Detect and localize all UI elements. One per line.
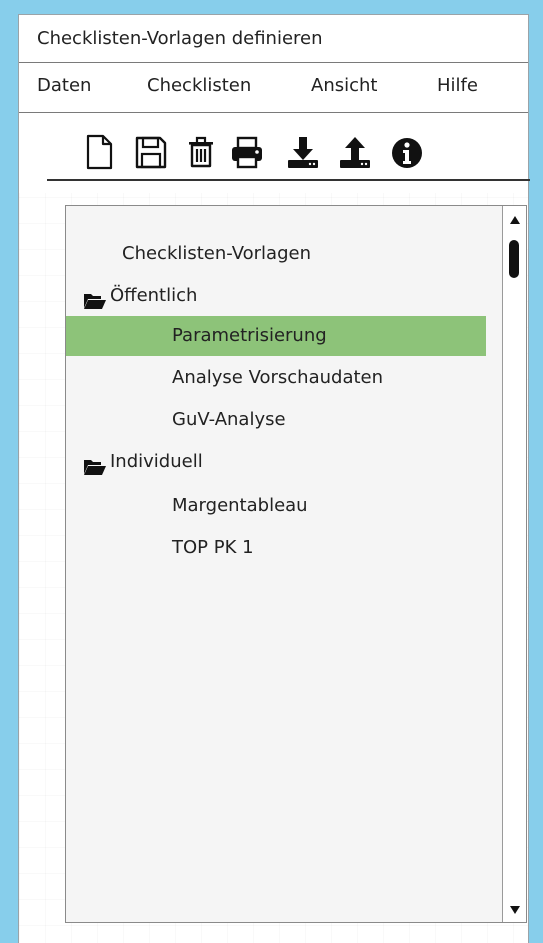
tree-group-label: Öffentlich bbox=[110, 285, 198, 306]
upload-icon[interactable] bbox=[337, 133, 373, 171]
folder-open-icon bbox=[83, 452, 107, 475]
tree-item-guv-analyse[interactable]: GuV-Analyse bbox=[66, 400, 486, 440]
tree-item-label: GuV-Analyse bbox=[172, 409, 286, 430]
tree-item-analyse-vorschaudaten[interactable]: Analyse Vorschaudaten bbox=[66, 358, 486, 398]
menu-hilfe[interactable]: Hilfe bbox=[437, 75, 478, 96]
new-document-icon[interactable] bbox=[81, 133, 117, 171]
download-icon[interactable] bbox=[285, 133, 321, 171]
save-icon[interactable] bbox=[133, 133, 169, 171]
tree-item-margentableau[interactable]: Margentableau bbox=[66, 486, 486, 526]
folder-open-icon bbox=[83, 286, 107, 309]
tree-group-individuell[interactable]: Individuell bbox=[66, 442, 486, 482]
info-icon[interactable] bbox=[389, 133, 425, 171]
tree-item-label: Margentableau bbox=[172, 495, 308, 516]
template-tree[interactable]: Checklisten-Vorlagen Öffentlich Parametr… bbox=[65, 205, 527, 923]
scroll-up-icon[interactable] bbox=[507, 212, 523, 226]
tree-item-top-pk-1[interactable]: TOP PK 1 bbox=[66, 528, 486, 568]
tree-root[interactable]: Checklisten-Vorlagen bbox=[66, 234, 486, 274]
tree-root-label: Checklisten-Vorlagen bbox=[122, 243, 311, 264]
scroll-down-icon[interactable] bbox=[507, 902, 523, 916]
main-window: Checklisten-Vorlagen definieren Daten Ch… bbox=[18, 14, 530, 943]
print-icon[interactable] bbox=[229, 133, 265, 171]
menu-ansicht[interactable]: Ansicht bbox=[311, 75, 377, 96]
tree-item-label: Parametrisierung bbox=[172, 325, 327, 346]
tree-scrollbar[interactable] bbox=[502, 206, 526, 922]
tree-group-label: Individuell bbox=[110, 451, 203, 472]
menu-daten[interactable]: Daten bbox=[37, 75, 91, 96]
title-bar: Checklisten-Vorlagen definieren bbox=[19, 15, 528, 63]
tree-item-parametrisierung[interactable]: Parametrisierung bbox=[66, 316, 486, 356]
menu-checklisten[interactable]: Checklisten bbox=[147, 75, 251, 96]
menu-bar: Daten Checklisten Ansicht Hilfe bbox=[19, 63, 528, 113]
tree-group-oeffentlich[interactable]: Öffentlich bbox=[66, 276, 486, 316]
delete-icon[interactable] bbox=[183, 133, 219, 171]
tree-content: Checklisten-Vorlagen Öffentlich Parametr… bbox=[66, 206, 496, 922]
tree-item-label: Analyse Vorschaudaten bbox=[172, 367, 384, 388]
toolbar-divider bbox=[47, 179, 530, 181]
window-title: Checklisten-Vorlagen definieren bbox=[37, 28, 323, 49]
tree-item-label: TOP PK 1 bbox=[172, 537, 254, 558]
scroll-thumb[interactable] bbox=[509, 240, 519, 278]
